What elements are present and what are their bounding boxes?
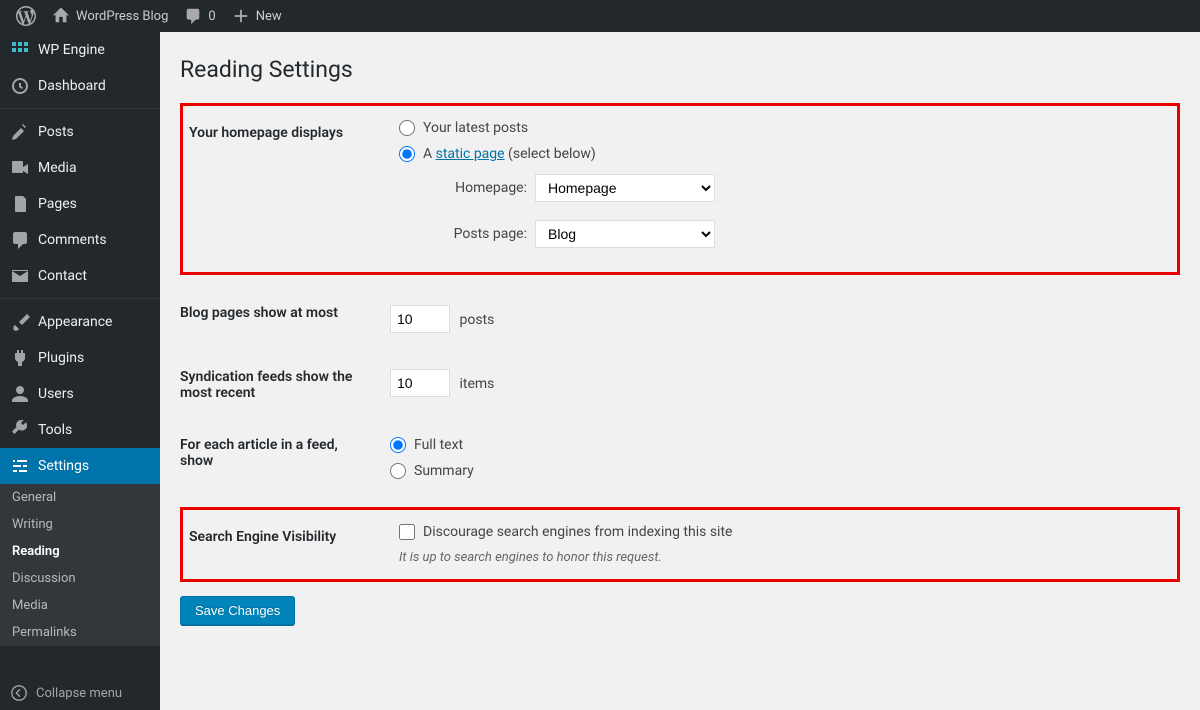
sidebar-item-label: Media	[38, 160, 77, 176]
site-name-link[interactable]: WordPress Blog	[44, 0, 176, 32]
search-visibility-label: Search Engine Visibility	[189, 514, 389, 575]
sidebar-item-label: Tools	[38, 422, 72, 438]
sidebar-item-posts[interactable]: Posts	[0, 114, 160, 150]
postspage-select-label: Posts page:	[429, 226, 527, 242]
sliders-icon	[10, 456, 30, 476]
blog-pages-input[interactable]	[390, 305, 450, 333]
syndication-input[interactable]	[390, 369, 450, 397]
submenu-reading[interactable]: Reading	[0, 538, 160, 565]
new-content-link[interactable]: New	[224, 0, 290, 32]
wp-logo[interactable]	[8, 0, 44, 32]
radio-summary[interactable]	[390, 463, 406, 479]
collapse-label: Collapse menu	[36, 686, 122, 701]
sidebar-item-wpengine[interactable]: WP Engine	[0, 32, 160, 68]
discourage-checkbox[interactable]	[399, 524, 415, 540]
submenu-writing[interactable]: Writing	[0, 511, 160, 538]
static-prefix: A	[423, 146, 436, 162]
sidebar-item-label: Dashboard	[38, 78, 106, 94]
homepage-select[interactable]: Homepage	[535, 174, 715, 202]
mail-icon	[10, 266, 30, 286]
discourage-label: Discourage search engines from indexing …	[423, 524, 732, 540]
home-icon	[52, 7, 70, 25]
menu-separator	[0, 104, 160, 109]
comments-count: 0	[208, 9, 215, 24]
sidebar-item-label: Pages	[38, 196, 77, 212]
admin-bar: WordPress Blog 0 New	[0, 0, 1200, 32]
collapse-menu-button[interactable]: Collapse menu	[0, 676, 160, 710]
new-label: New	[256, 9, 282, 24]
submenu-discussion[interactable]: Discussion	[0, 565, 160, 592]
search-visibility-highlight: Search Engine Visibility Discourage sear…	[180, 507, 1180, 582]
menu-separator	[0, 294, 160, 299]
submenu-general[interactable]: General	[0, 484, 160, 511]
comments-link[interactable]: 0	[176, 0, 223, 32]
sidebar-item-contact[interactable]: Contact	[0, 258, 160, 294]
homepage-select-label: Homepage:	[429, 180, 527, 196]
main-content: Reading Settings Your homepage displays …	[160, 32, 1200, 710]
sidebar-item-label: Posts	[38, 124, 74, 140]
page-title: Reading Settings	[180, 56, 1180, 83]
syndication-label: Syndication feeds show the most recent	[180, 351, 380, 419]
wrench-icon	[10, 420, 30, 440]
radio-latest-posts-label: Your latest posts	[423, 120, 528, 136]
homepage-displays-highlight: Your homepage displays Your latest posts…	[180, 103, 1180, 275]
sidebar-item-pages[interactable]: Pages	[0, 186, 160, 222]
page-icon	[10, 194, 30, 214]
sidebar-item-dashboard[interactable]: Dashboard	[0, 68, 160, 104]
sidebar-item-tools[interactable]: Tools	[0, 412, 160, 448]
pin-icon	[10, 122, 30, 142]
sidebar-item-comments[interactable]: Comments	[0, 222, 160, 258]
radio-latest-posts[interactable]	[399, 120, 415, 136]
radio-static-page[interactable]	[399, 146, 415, 162]
media-icon	[10, 158, 30, 178]
sidebar-item-label: Settings	[38, 458, 89, 474]
syndication-suffix: items	[459, 376, 494, 392]
sidebar-item-label: WP Engine	[38, 42, 105, 58]
radio-full-text[interactable]	[390, 437, 406, 453]
sidebar-item-media[interactable]: Media	[0, 150, 160, 186]
comment-icon	[184, 7, 202, 25]
blog-pages-label: Blog pages show at most	[180, 287, 380, 351]
sidebar-item-plugins[interactable]: Plugins	[0, 340, 160, 376]
wpengine-icon	[10, 40, 30, 60]
homepage-displays-label: Your homepage displays	[189, 110, 389, 268]
feed-article-label: For each article in a feed, show	[180, 419, 380, 507]
static-page-link[interactable]: static page	[436, 146, 505, 162]
sidebar-item-label: Appearance	[38, 314, 112, 330]
submenu-permalinks[interactable]: Permalinks	[0, 619, 160, 646]
radio-full-text-label: Full text	[414, 437, 463, 453]
sidebar-item-label: Comments	[38, 232, 107, 248]
comments-icon	[10, 230, 30, 250]
search-visibility-desc: It is up to search engines to honor this…	[399, 550, 1161, 565]
plus-icon	[232, 7, 250, 25]
radio-summary-label: Summary	[414, 463, 474, 479]
collapse-icon	[10, 684, 28, 702]
plugin-icon	[10, 348, 30, 368]
save-changes-button[interactable]: Save Changes	[180, 596, 295, 625]
sidebar-item-users[interactable]: Users	[0, 376, 160, 412]
submenu-media[interactable]: Media	[0, 592, 160, 619]
sidebar-item-label: Contact	[38, 268, 87, 284]
settings-submenu: General Writing Reading Discussion Media…	[0, 484, 160, 646]
blog-pages-suffix: posts	[459, 312, 494, 328]
postspage-select[interactable]: Blog	[535, 220, 715, 248]
sidebar-item-label: Users	[38, 386, 74, 402]
admin-sidebar: WP Engine Dashboard Posts Media Pages Co…	[0, 32, 160, 710]
sidebar-item-appearance[interactable]: Appearance	[0, 304, 160, 340]
dashboard-icon	[10, 76, 30, 96]
site-name: WordPress Blog	[76, 9, 168, 24]
brush-icon	[10, 312, 30, 332]
wordpress-icon	[16, 6, 36, 26]
sidebar-item-settings[interactable]: Settings	[0, 448, 160, 484]
sidebar-item-label: Plugins	[38, 350, 84, 366]
static-suffix: (select below)	[505, 146, 596, 162]
user-icon	[10, 384, 30, 404]
